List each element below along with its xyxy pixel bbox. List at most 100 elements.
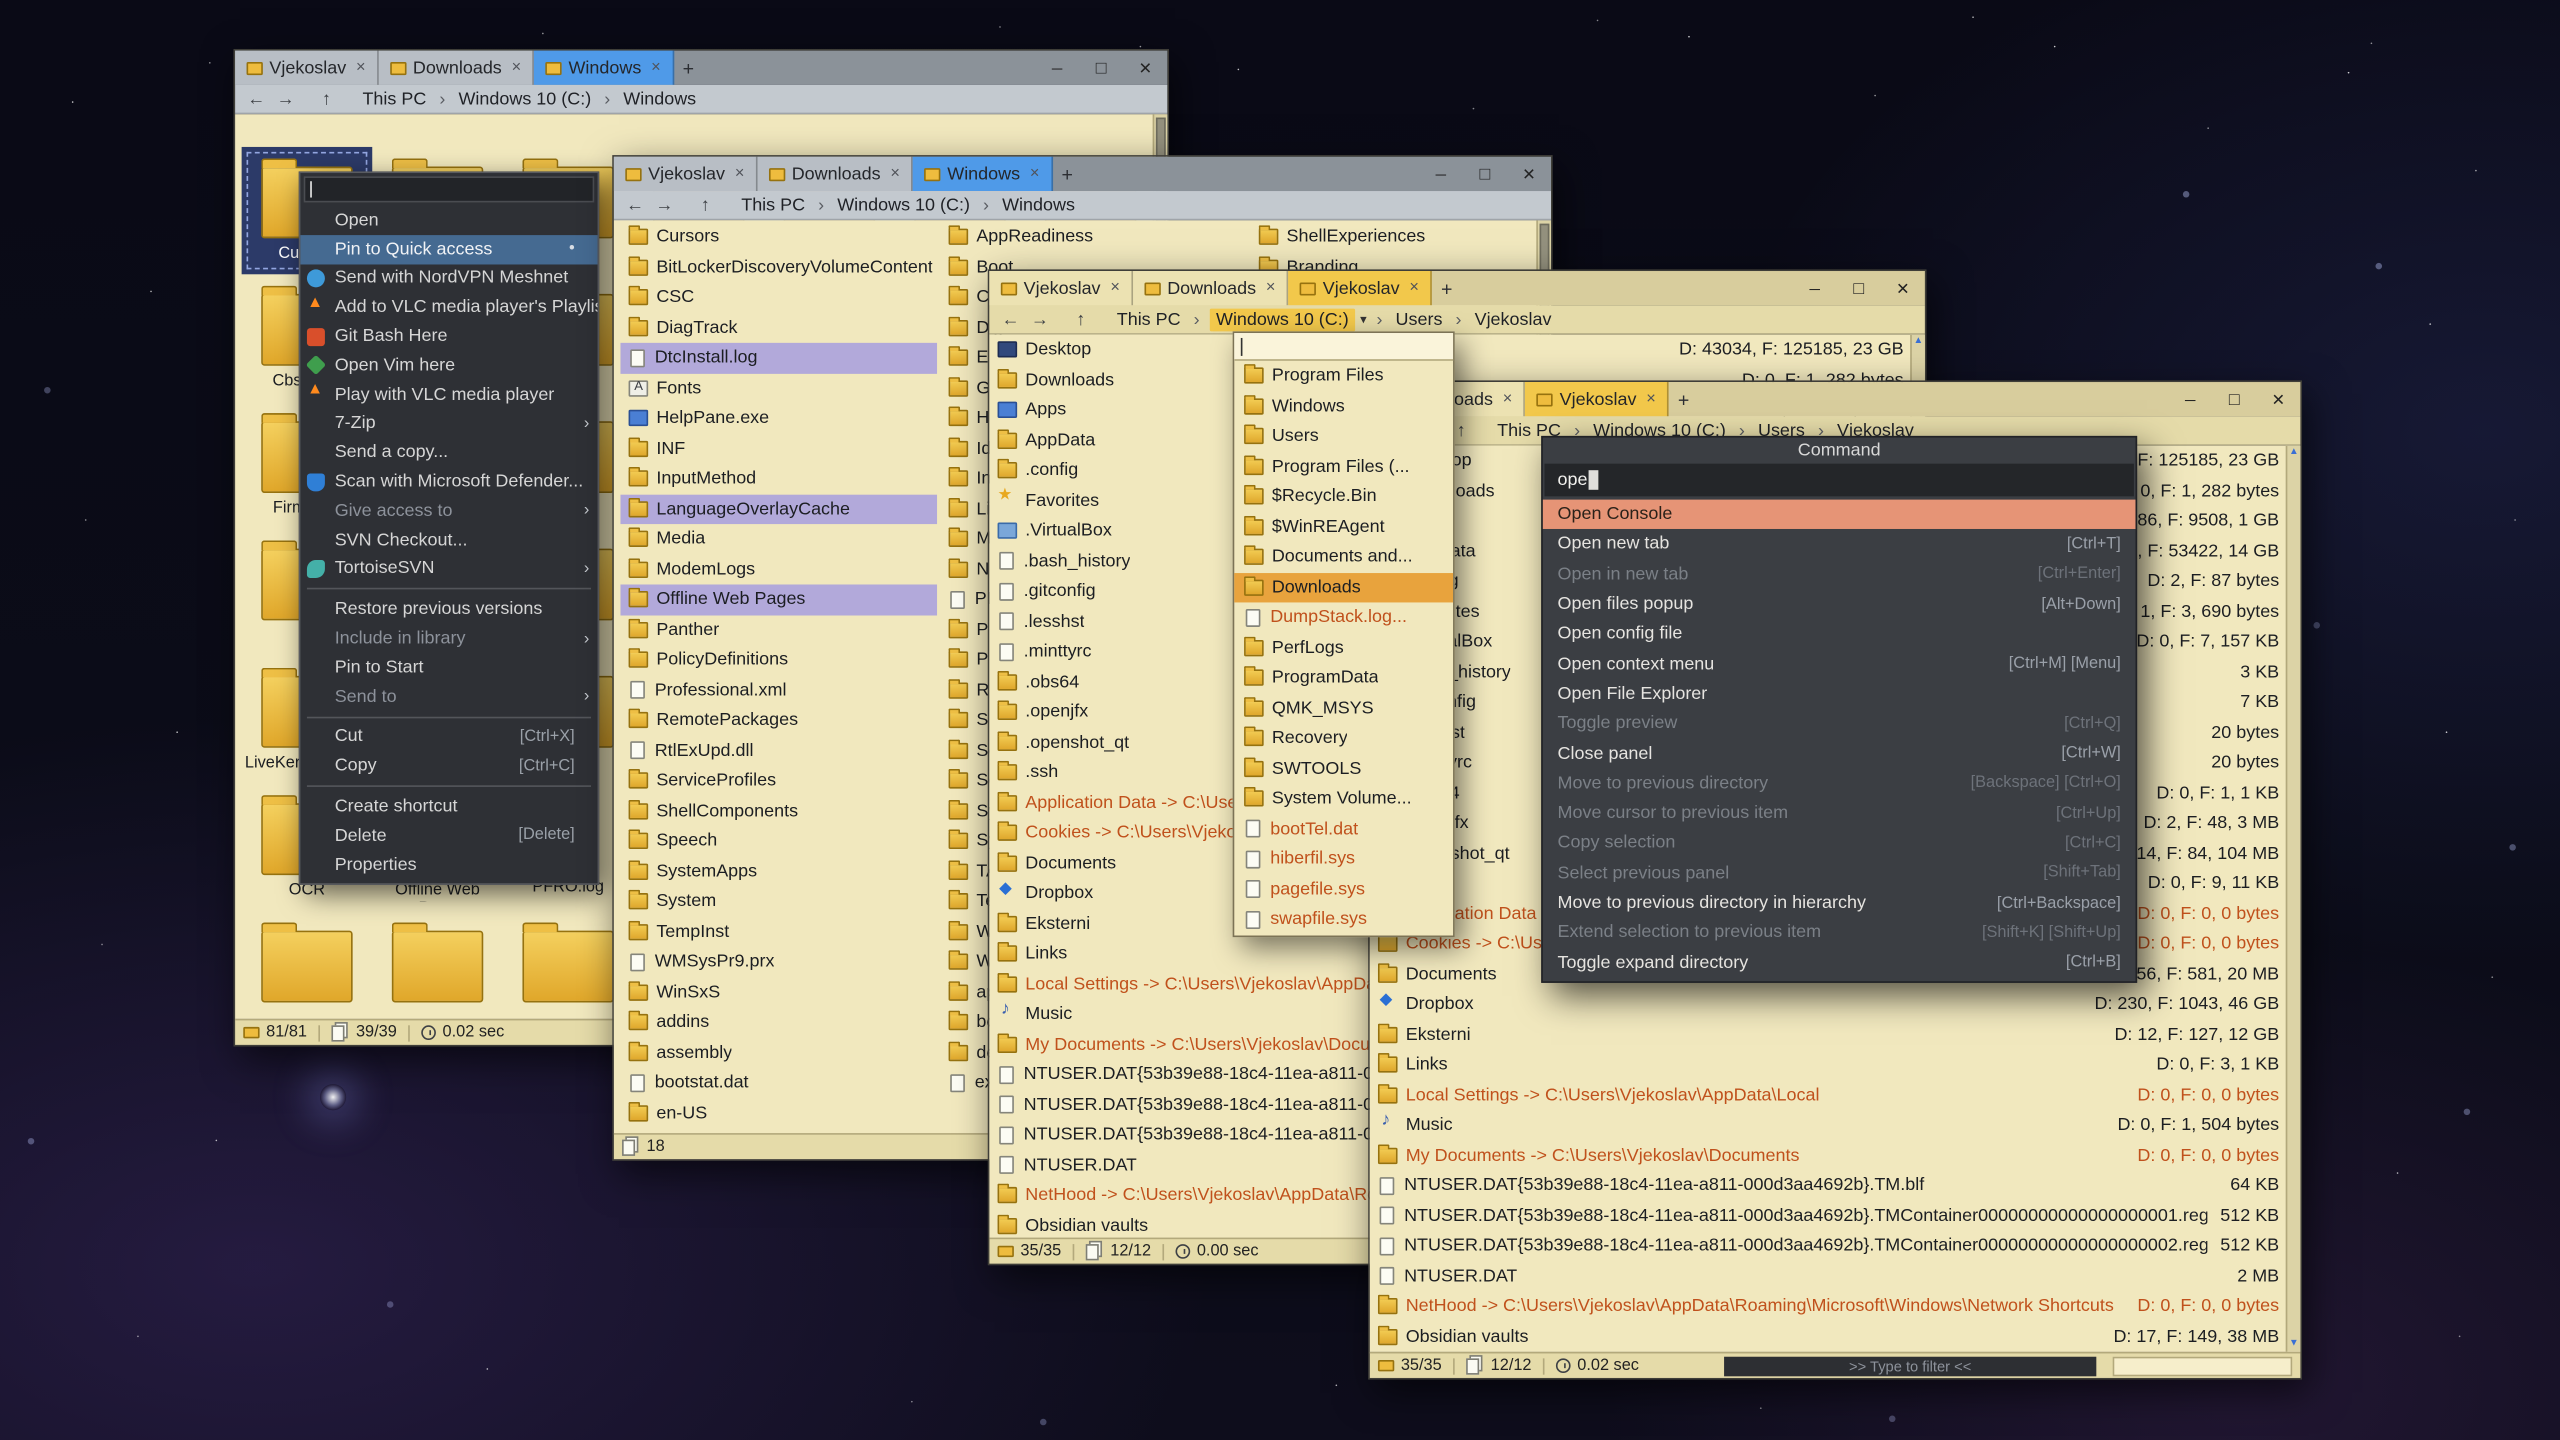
tab[interactable]: Vjekoslav (235, 51, 379, 85)
tab-close-icon[interactable] (890, 165, 900, 183)
file-row[interactable]: assembly (620, 1038, 937, 1068)
file-row[interactable]: My Documents -> C:\Users\Vjekoslav\Docum… (1370, 1140, 2284, 1170)
file-row[interactable]: Professional.xml (620, 675, 937, 705)
breadcrumb-item[interactable]: Windows 10 (C:) (455, 87, 610, 110)
grid-item[interactable] (242, 911, 373, 1019)
tab-close-icon[interactable] (1503, 390, 1513, 408)
file-row[interactable]: Fonts (620, 373, 937, 403)
file-row[interactable]: NTUSER.DAT{53b39e88-18c4-11ea-a811-000d3… (1370, 1171, 2284, 1201)
minimize-button[interactable] (1035, 58, 1079, 78)
dropdown-item[interactable]: Recovery (1234, 723, 1453, 753)
back-button[interactable] (243, 89, 269, 109)
scroll-down-icon[interactable] (2287, 1337, 2300, 1352)
context-menu-item[interactable]: Pin to Quick access • (300, 235, 597, 264)
context-menu-item[interactable]: Open (300, 206, 597, 235)
context-menu-item[interactable]: 7-Zip › (300, 409, 597, 438)
context-menu-item[interactable]: Include in library › (300, 624, 597, 653)
context-menu-item[interactable]: Play with VLC media player (300, 380, 597, 409)
context-menu-item[interactable]: Copy [Ctrl+C] (300, 752, 597, 781)
close-button[interactable] (1123, 56, 1167, 80)
palette-item[interactable]: Move to previous directory [Backspace] [… (1543, 768, 2136, 798)
palette-item[interactable]: Open in new tab [Ctrl+Enter] (1543, 559, 2136, 589)
tab-close-icon[interactable] (651, 59, 661, 77)
palette-item[interactable]: Open config file (1543, 619, 2136, 649)
file-row[interactable]: ShellComponents (620, 796, 937, 826)
palette-item[interactable]: Copy selection [Ctrl+C] (1543, 828, 2136, 858)
scrollbar[interactable] (2286, 446, 2301, 1352)
dropdown-filter-input[interactable] (1234, 333, 1453, 361)
minimize-button[interactable] (2168, 389, 2212, 409)
context-menu-item[interactable]: TortoiseSVN › (300, 554, 597, 583)
new-tab-button[interactable]: + (1052, 157, 1081, 191)
tab[interactable]: Windows (913, 157, 1053, 191)
minimize-button[interactable] (1793, 278, 1837, 298)
dropdown-item[interactable]: QMK_MSYS (1234, 693, 1453, 723)
file-row[interactable]: ModemLogs (620, 554, 937, 584)
up-button[interactable] (313, 89, 339, 109)
dropdown-item[interactable]: PerfLogs (1234, 633, 1453, 663)
file-row[interactable]: Obsidian vaults D: 17, F: 149, 38 MB (1370, 1322, 2284, 1352)
breadcrumb-item[interactable]: Windows (620, 87, 699, 110)
file-row[interactable]: NTUSER.DAT{53b39e88-18c4-11ea-a811-000d3… (1370, 1231, 2284, 1261)
file-row[interactable]: TempInst (620, 917, 937, 947)
palette-item[interactable]: Select previous panel [Shift+Tab] (1543, 858, 2136, 888)
file-row[interactable]: Dropbox D: 230, F: 1043, 46 GB (1370, 989, 2284, 1019)
context-menu-item[interactable]: Scan with Microsoft Defender... (300, 467, 597, 496)
context-menu-item[interactable]: Send with NordVPN Meshnet (300, 264, 597, 293)
tab[interactable]: Downloads (757, 157, 913, 191)
file-row[interactable]: Local Settings -> C:\Users\Vjekoslav\App… (1370, 1080, 2284, 1110)
palette-item[interactable]: Toggle preview [Ctrl+Q] (1543, 709, 2136, 739)
file-row[interactable]: NTUSER.DAT{53b39e88-18c4-11ea-a811-000d3… (1370, 1201, 2284, 1231)
context-menu-item[interactable]: Git Bash Here (300, 322, 597, 351)
tab[interactable]: Vjekoslav (989, 271, 1133, 305)
dropdown-item[interactable]: hiberfil.sys (1234, 844, 1453, 874)
forward-button[interactable] (1027, 309, 1053, 329)
dropdown-item[interactable]: Windows (1234, 391, 1453, 421)
dropdown-item[interactable]: pagefile.sys (1234, 874, 1453, 904)
tab[interactable]: Vjekoslav (1525, 382, 1669, 416)
titlebar[interactable]: Vjekoslav Downloads Windows + (235, 51, 1167, 85)
palette-item[interactable]: Open Console (1543, 500, 2136, 530)
tab-close-icon[interactable] (1030, 165, 1040, 183)
file-row[interactable]: ShellExperiences (1251, 222, 1538, 252)
tab[interactable]: Vjekoslav (1288, 271, 1432, 305)
file-row[interactable]: Offline Web Pages (620, 584, 937, 614)
tab-close-icon[interactable] (1266, 279, 1276, 297)
context-menu-item[interactable]: Cut [Ctrl+X] (300, 723, 597, 752)
palette-item[interactable]: Toggle expand directory [Ctrl+B] (1543, 948, 2136, 978)
tab[interactable]: Windows (534, 51, 674, 85)
palette-item[interactable]: Open files popup [Alt+Down] (1543, 589, 2136, 619)
tab-close-icon[interactable] (1646, 390, 1656, 408)
file-row[interactable]: System (620, 887, 937, 917)
dropdown-item[interactable]: Downloads (1234, 572, 1453, 602)
tab-close-icon[interactable] (1110, 279, 1120, 297)
dropdown-item[interactable]: DumpStack.log... (1234, 602, 1453, 632)
file-row[interactable]: Eksterni D: 12, F: 127, 12 GB (1370, 1020, 2284, 1050)
context-menu-filter-input[interactable] (304, 176, 595, 202)
scroll-up-icon[interactable] (1912, 335, 1925, 350)
tab[interactable]: Vjekoslav (614, 157, 758, 191)
file-row[interactable]: Media (620, 524, 937, 554)
context-menu-item[interactable] (307, 716, 591, 718)
close-button[interactable] (1507, 162, 1551, 186)
file-row[interactable]: en-US (620, 1098, 937, 1128)
tab[interactable]: Downloads (379, 51, 535, 85)
dropdown-item[interactable]: Program Files (1234, 361, 1453, 391)
context-menu-item[interactable]: Delete [Delete] (300, 821, 597, 850)
dropdown-item[interactable]: bootTel.dat (1234, 814, 1453, 844)
breadcrumb-item[interactable]: Windows 10 (C:) (1209, 308, 1382, 331)
palette-item[interactable]: Move cursor to previous item [Ctrl+Up] (1543, 798, 2136, 828)
minimize-button[interactable] (1419, 164, 1463, 184)
breadcrumb-item[interactable]: Windows (999, 193, 1078, 216)
context-menu-item[interactable] (307, 786, 591, 788)
context-menu-item[interactable]: Properties (300, 850, 597, 879)
up-button[interactable] (1068, 309, 1094, 329)
dropdown-item[interactable]: ProgramData (1234, 663, 1453, 693)
context-menu-item[interactable]: Send a copy... (300, 438, 597, 467)
file-row[interactable]: NTUSER.DAT 2 MB (1370, 1261, 2284, 1291)
file-row[interactable]: Links D: 0, F: 3, 1 KB (1370, 1050, 2284, 1080)
file-row[interactable]: CSC (620, 282, 937, 312)
grid-item[interactable] (372, 911, 503, 1019)
breadcrumb-item[interactable]: This PC (1113, 308, 1199, 331)
titlebar[interactable]: Vjekoslav Downloads Vjekoslav + (989, 271, 1925, 305)
